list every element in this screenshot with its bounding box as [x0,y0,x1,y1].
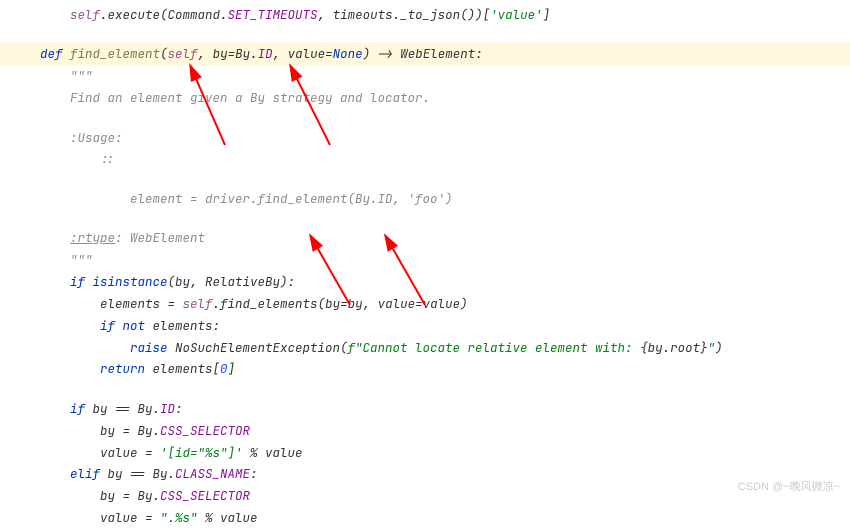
code-line: :: [40,148,850,170]
code-line: elements = self.find_elements(by=by, val… [40,293,850,315]
code-line: by = By.CSS_SELECTOR [40,485,850,507]
code-line: elif by == By.CLASS_NAME: [40,463,850,485]
code-line: :Usage: [40,127,850,149]
code-line: """ [40,65,850,87]
code-line: return elements[0] [40,358,850,380]
code-line: if isinstance(by, RelativeBy): [40,271,850,293]
code-line: :rtype: WebElement [40,227,850,249]
code-editor: self.execute(Command.SET_TIMEOUTS, timeo… [0,0,850,529]
code-line: by = By.CSS_SELECTOR [40,420,850,442]
code-line: value = ".%s" % value [40,507,850,529]
code-line: if not elements: [40,315,850,337]
code-line: if by == By.ID: [40,398,850,420]
code-line: Find an element given a By strategy and … [40,87,850,109]
code-line: raise NoSuchElementException(f"Cannot lo… [40,337,850,359]
code-line: value = '[id="%s"]' % value [40,442,850,464]
code-line: """ [40,249,850,271]
watermark: CSDN @~晚风微凉~ [738,478,840,494]
code-line: element = driver.find_element(By.ID, 'fo… [40,188,850,210]
code-line: self.execute(Command.SET_TIMEOUTS, timeo… [40,4,850,26]
highlighted-line: def find_element(self, by=By.ID, value=N… [0,43,850,65]
